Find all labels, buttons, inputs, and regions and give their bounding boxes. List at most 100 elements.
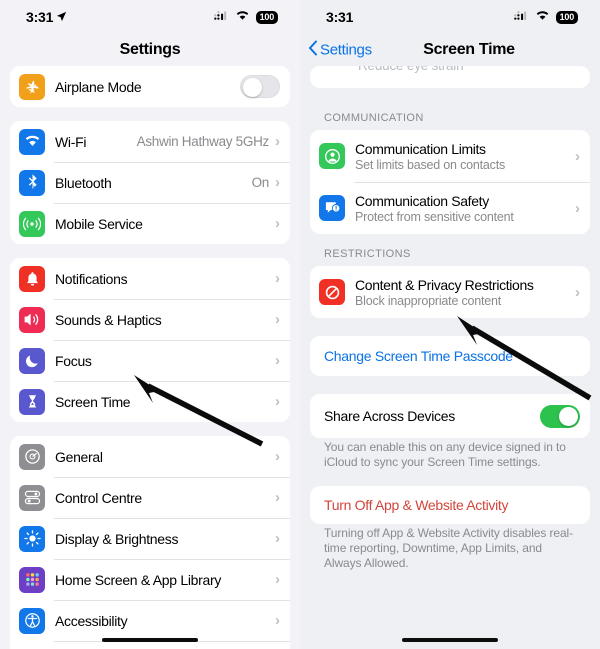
share-across-devices-label: Share Across Devices [324,408,455,424]
message-alert-icon [319,195,345,221]
chevron-right-icon: › [575,147,580,165]
back-button-label: Settings [320,41,372,59]
battery-indicator: 100 [255,10,278,24]
status-time-group: 3:31 [326,9,353,25]
settings-group-connectivity-b: Wi-Fi Ashwin Hathway 5GHz › Bluetooth On… [10,121,290,244]
row-subtitle: Set limits based on contacts [355,157,506,172]
home-indicator [102,638,198,642]
settings-row-accessibility[interactable]: Accessibility › [10,600,290,641]
chevron-right-icon: › [275,215,280,232]
airplane-icon [19,73,45,100]
toggle-knob [559,406,578,426]
settings-row-value: On [251,175,270,190]
row-title: Content & Privacy Restrictions [355,276,534,293]
settings-group-alerts: Notifications › Sounds & Haptics › Focus… [10,258,290,422]
speaker-icon [19,306,45,333]
settings-row-focus[interactable]: Focus › [10,340,290,381]
section-header-communication: COMMUNICATION [324,112,424,124]
right-navbar: Settings Screen Time [300,34,600,66]
settings-row-label: Sounds & Haptics [55,311,162,328]
wifi-icon [235,8,250,26]
settings-row-screen-time[interactable]: Screen Time › [10,381,290,422]
left-settings-list[interactable]: Airplane Mode Wi-Fi Ashwin Hathway 5GHz … [0,66,300,649]
settings-row-label: Screen Time [55,393,131,410]
mobile-service-icon [19,210,45,237]
turn-off-footnote: Turning off App & Website Activity disab… [324,526,574,570]
settings-row-general[interactable]: General › [10,436,290,477]
page-title: Screen Time [423,41,515,58]
wifi-icon [19,128,45,155]
chevron-right-icon: › [275,311,280,328]
settings-row-display-brightness[interactable]: Display & Brightness › [10,518,290,559]
chevron-right-icon: › [275,270,280,287]
chevron-right-icon: › [275,612,280,629]
section-card-communication: Communication Limits Set limits based on… [310,130,590,234]
home-indicator [402,638,498,642]
chevron-right-icon: › [275,489,280,506]
row-content-privacy-restrictions[interactable]: Content & Privacy Restrictions Block ina… [310,266,590,318]
chevron-right-icon: › [275,393,280,410]
settings-row-wifi[interactable]: Wi-Fi Ashwin Hathway 5GHz › [10,121,290,162]
share-across-devices-footnote: You can enable this on any device signed… [324,440,566,469]
airplane-mode-toggle[interactable] [240,75,280,98]
settings-row-label: Focus [55,352,92,369]
chevron-right-icon: › [575,199,580,217]
left-status-bar: 3:31 100 [0,0,300,34]
wifi-icon [535,8,550,26]
settings-row-wallpaper[interactable]: Wallpaper › [10,641,290,649]
settings-row-mobile-service[interactable]: Mobile Service › [10,203,290,244]
dual-phone-screenshot: 3:31 100 Settings Airplane Mode Wi-Fi As… [0,0,600,649]
chevron-right-icon: › [275,352,280,369]
screen-time-list[interactable]: Reduce eye strain COMMUNICATION Communic… [300,66,600,649]
cellular-signal-icon [213,8,229,26]
card-share-across-devices: Share Across Devices [310,394,590,438]
chevron-right-icon: › [275,448,280,465]
settings-group-system: General › Control Centre › Display & Bri… [10,436,290,649]
clipped-row-subtitle: Reduce eye strain [358,66,464,73]
row-communication-limits[interactable]: Communication Limits Set limits based on… [310,130,590,182]
settings-row-value: Ashwin Hathway 5GHz [136,134,270,149]
settings-row-bluetooth[interactable]: Bluetooth On › [10,162,290,203]
settings-row-label: Home Screen & App Library [55,571,222,588]
card-change-passcode: Change Screen Time Passcode [310,336,590,376]
section-card-restrictions: Content & Privacy Restrictions Block ina… [310,266,590,318]
settings-row-airplane-mode[interactable]: Airplane Mode [10,66,290,107]
row-change-screen-time-passcode[interactable]: Change Screen Time Passcode [310,336,590,376]
brightness-icon [19,525,45,552]
moon-icon [19,347,45,374]
settings-row-label: Display & Brightness [55,530,179,547]
chevron-right-icon: › [275,174,280,191]
back-button[interactable]: Settings [308,40,372,60]
right-phone-screen-time-screen: 3:31 100 Settings Screen Time COMMUNICAT… [300,0,600,649]
settings-row-sounds-haptics[interactable]: Sounds & Haptics › [10,299,290,340]
section-header-restrictions: RESTRICTIONS [324,248,411,260]
share-across-devices-toggle[interactable] [540,404,580,428]
hourglass-icon [19,388,45,415]
change-passcode-label: Change Screen Time Passcode [324,348,513,364]
right-status-bar: 3:31 100 [300,0,600,34]
chevron-right-icon: › [275,571,280,588]
location-arrow-icon [56,9,67,25]
clipped-row-downtime[interactable]: Reduce eye strain [310,66,590,88]
battery-indicator: 100 [555,10,578,24]
cellular-signal-icon [513,8,529,26]
bell-icon [19,265,45,292]
bluetooth-icon [19,169,45,196]
status-time: 3:31 [26,9,54,25]
settings-row-label: General [55,448,103,465]
status-time: 3:31 [326,9,354,25]
settings-row-home-screen-app-library[interactable]: Home Screen & App Library › [10,559,290,600]
settings-row-notifications[interactable]: Notifications › [10,258,290,299]
row-text-wrap: Communication Limits Set limits based on… [355,141,575,172]
row-share-across-devices[interactable]: Share Across Devices [310,394,590,438]
status-time-group: 3:31 [26,9,67,25]
row-subtitle: Protect from sensitive content [355,209,514,224]
contact-badge-icon [319,143,345,169]
settings-row-control-centre[interactable]: Control Centre › [10,477,290,518]
chevron-right-icon: › [275,133,280,150]
chevron-left-icon [308,40,317,60]
row-title: Communication Safety [355,192,489,209]
row-turn-off-app-website-activity[interactable]: Turn Off App & Website Activity [310,486,590,524]
row-communication-safety[interactable]: Communication Safety Protect from sensit… [310,182,590,234]
turn-off-label: Turn Off App & Website Activity [324,497,509,513]
